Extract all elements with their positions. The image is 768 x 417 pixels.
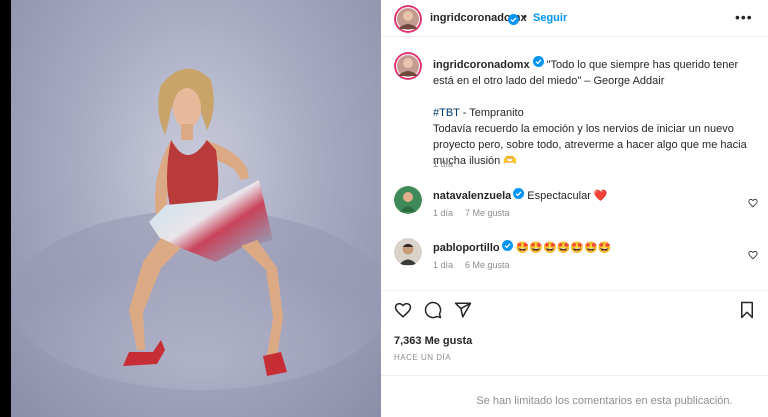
caption-hashtag-suffix: - Tempranito xyxy=(459,107,524,120)
post-details-panel: ingridcoronadomx • Seguir ••• ingridcoro… xyxy=(381,0,768,417)
post-time: HACE UN DÍA xyxy=(394,353,452,362)
verified-badge-icon xyxy=(508,12,519,30)
comment-line: pabloportillo 🤩🤩🤩🤩🤩🤩🤩 xyxy=(433,240,612,255)
more-options-icon[interactable]: ••• xyxy=(735,9,753,25)
post-header: ingridcoronadomx • Seguir ••• xyxy=(381,0,768,37)
comment-meta: 1 día 7 Me gusta xyxy=(433,208,522,218)
bookmark-icon[interactable] xyxy=(739,301,755,324)
commenter-avatar[interactable] xyxy=(394,186,422,214)
caption-time: 1 día xyxy=(433,159,454,169)
follow-button[interactable]: Seguir xyxy=(533,12,567,24)
commenter-username[interactable]: pabloportillo xyxy=(433,242,500,254)
comments-section[interactable]: ingridcoronadomx "Todo lo que siempre has… xyxy=(381,38,768,290)
verified-badge-icon xyxy=(513,188,525,202)
comment-item: pabloportillo 🤩🤩🤩🤩🤩🤩🤩 1 día 6 Me gusta xyxy=(381,238,768,278)
left-edge xyxy=(0,0,11,417)
caption-avatar[interactable] xyxy=(394,52,422,80)
likes-count[interactable]: 7,363 Me gusta xyxy=(394,335,472,347)
post-photo-illustration xyxy=(11,68,381,390)
heart-icon[interactable] xyxy=(394,301,412,324)
comment-meta: 1 día 6 Me gusta xyxy=(433,260,522,270)
caption-text: ingridcoronadomx "Todo lo que siempre has… xyxy=(433,56,753,169)
comment-text: Espectacular ❤️ xyxy=(527,190,608,202)
like-comment-heart-icon[interactable] xyxy=(748,195,758,213)
comment-likes[interactable]: 7 Me gusta xyxy=(465,208,510,218)
verified-badge-icon xyxy=(501,240,513,254)
share-icon[interactable] xyxy=(454,301,472,324)
author-avatar[interactable] xyxy=(394,5,422,33)
caption-body: Todavía recuerdo la emoción y los nervio… xyxy=(433,123,747,168)
like-comment-heart-icon[interactable] xyxy=(748,247,758,265)
comment-line: natavalenzuela Espectacular ❤️ xyxy=(433,188,608,203)
post-actions: 7,363 Me gusta HACE UN DÍA xyxy=(381,290,768,375)
comments-limited-notice: Se han limitado los comentarios en esta … xyxy=(381,375,768,417)
comment-icon[interactable] xyxy=(424,301,442,324)
post-image[interactable] xyxy=(11,0,381,417)
comment-item: natavalenzuela Espectacular ❤️ 1 día 7 Me … xyxy=(381,186,768,226)
comment-likes[interactable]: 6 Me gusta xyxy=(465,260,510,270)
verified-badge-icon xyxy=(532,56,544,72)
commenter-username[interactable]: natavalenzuela xyxy=(433,190,511,202)
comment-text: 🤩🤩🤩🤩🤩🤩🤩 xyxy=(515,242,612,254)
caption-username[interactable]: ingridcoronadomx xyxy=(433,59,530,71)
comment-time: 1 día xyxy=(433,260,454,270)
commenter-avatar[interactable] xyxy=(394,238,422,266)
separator-dot: • xyxy=(523,11,527,23)
caption-hashtag[interactable]: #TBT xyxy=(433,107,460,119)
comment-time: 1 día xyxy=(433,208,454,218)
